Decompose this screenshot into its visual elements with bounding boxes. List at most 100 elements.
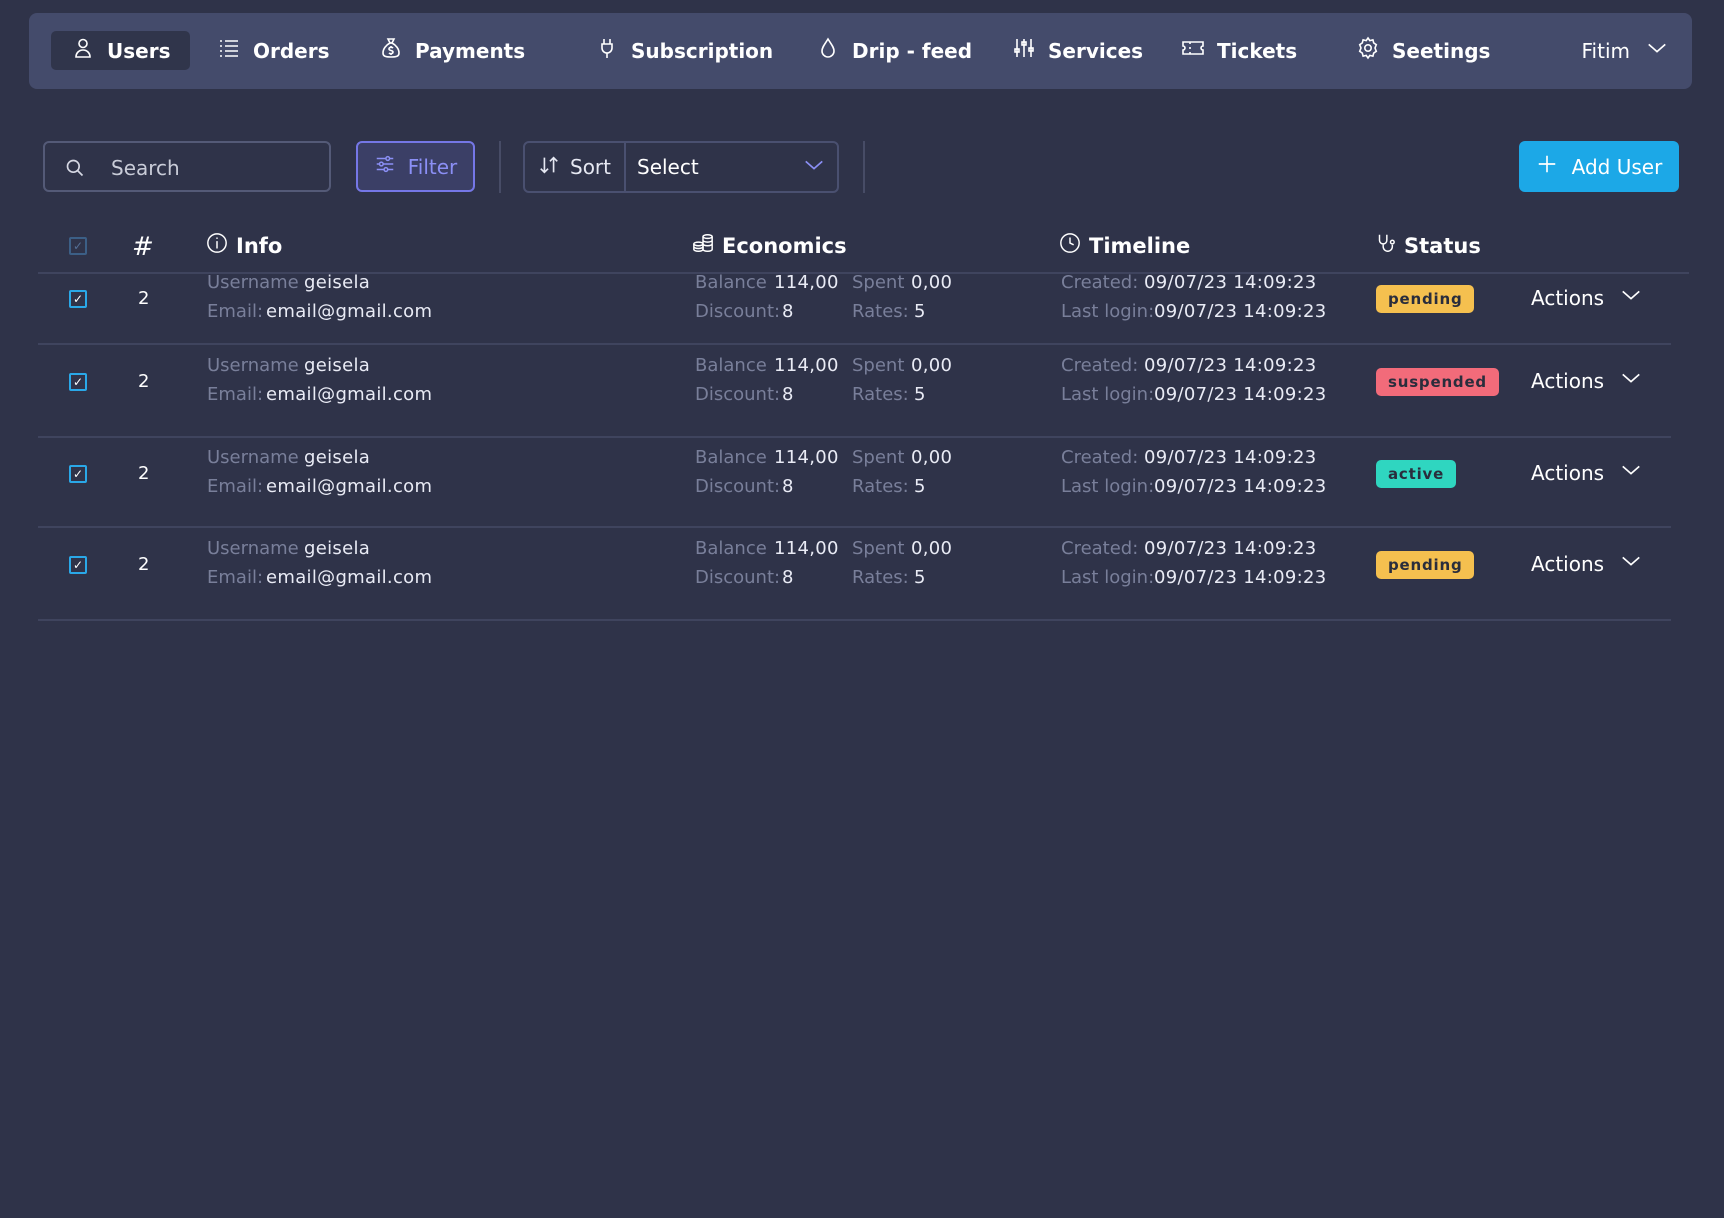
table-row[interactable]: ✓ 2 Username geisela Email: email@gmail.… (38, 436, 1671, 528)
filter-label: Filter (407, 154, 458, 179)
nav-item-drip-feed[interactable]: Drip - feed (796, 31, 992, 70)
column-header-economics[interactable]: Economics (692, 232, 847, 259)
table-header: ✓ # Info Economics Timeline Status (38, 222, 1689, 274)
rates-label: Rates: (852, 476, 909, 497)
row-id: 2 (138, 288, 150, 309)
username-label: Username (207, 355, 299, 376)
nav-item-subscription[interactable]: Subscription (575, 31, 793, 70)
rates-label: Rates: (852, 384, 909, 405)
username-value: geisela (304, 272, 371, 293)
actions-label: Actions (1531, 460, 1605, 485)
user-icon (71, 36, 95, 65)
nav-item-services[interactable]: Services (992, 31, 1163, 70)
user-menu[interactable]: Fitim (1582, 31, 1669, 70)
rates-label: Rates: (852, 301, 909, 322)
created-label: Created: (1061, 272, 1139, 293)
nav-item-label: Drip - feed (852, 38, 973, 63)
nav-item-settings[interactable]: Seetings (1336, 31, 1510, 70)
select-all-checkbox[interactable]: ✓ (69, 237, 87, 255)
chevron-down-icon (1620, 459, 1642, 486)
list-icon (217, 36, 241, 65)
top-navbar: Users Orders Payments Subscription Drip … (29, 13, 1692, 89)
username-value: geisela (304, 447, 371, 468)
row-checkbox[interactable]: ✓ (69, 465, 87, 483)
email-label: Email: (207, 301, 264, 322)
nav-item-tickets[interactable]: Tickets (1161, 31, 1317, 70)
spent-label: Spent (852, 538, 905, 559)
drop-icon (816, 36, 840, 65)
table-row[interactable]: ✓ 2 Username geisela Email: email@gmail.… (38, 272, 1671, 345)
discount-value: 8 (782, 384, 794, 405)
spent-value: 0,00 (911, 447, 953, 468)
last-login-value: 09/07/23 14:09:23 (1154, 476, 1327, 497)
filter-button[interactable]: Filter (356, 141, 475, 192)
clock-icon (1059, 232, 1081, 259)
status-badge: pending (1376, 551, 1475, 579)
balance-label: Balance (695, 272, 767, 293)
rates-label: Rates: (852, 567, 909, 588)
sort-group: Sort Select (523, 141, 839, 193)
spent-value: 0,00 (911, 538, 953, 559)
sort-select[interactable]: Select (626, 143, 837, 191)
sort-button[interactable]: Sort (525, 143, 626, 191)
created-label: Created: (1061, 447, 1139, 468)
actions-dropdown[interactable]: Actions (1531, 550, 1642, 577)
row-id: 2 (138, 371, 150, 392)
actions-dropdown[interactable]: Actions (1531, 367, 1642, 394)
discount-value: 8 (782, 301, 794, 322)
sort-select-value: Select (637, 155, 699, 179)
chevron-down-icon (1620, 550, 1642, 577)
created-value: 09/07/23 14:09:23 (1144, 355, 1317, 376)
table-row[interactable]: ✓ 2 Username geisela Email: email@gmail.… (38, 343, 1671, 438)
nav-item-label: Payments (415, 38, 526, 63)
nav-item-payments[interactable]: Payments (359, 31, 545, 70)
last-login-value: 09/07/23 14:09:23 (1154, 567, 1327, 588)
last-login-label: Last login: (1061, 301, 1155, 322)
nav-item-label: Tickets (1217, 38, 1298, 63)
email-label: Email: (207, 384, 264, 405)
spent-label: Spent (852, 447, 905, 468)
nav-item-orders[interactable]: Orders (197, 31, 350, 70)
column-header-info[interactable]: Info (206, 232, 282, 259)
status-badge: active (1376, 460, 1457, 488)
created-value: 09/07/23 14:09:23 (1144, 538, 1317, 559)
chevron-down-icon (1646, 37, 1668, 64)
search-input[interactable] (109, 143, 323, 192)
row-checkbox[interactable]: ✓ (69, 373, 87, 391)
actions-label: Actions (1531, 551, 1605, 576)
actions-label: Actions (1531, 368, 1605, 393)
discount-label: Discount: (695, 567, 781, 588)
rates-value: 5 (914, 567, 926, 588)
last-login-value: 09/07/23 14:09:23 (1154, 384, 1327, 405)
row-checkbox[interactable]: ✓ (69, 556, 87, 574)
email-value: email@gmail.com (266, 476, 433, 497)
row-id: 2 (138, 554, 150, 575)
table-row[interactable]: ✓ 2 Username geisela Email: email@gmail.… (38, 526, 1671, 621)
username-label: Username (207, 447, 299, 468)
row-checkbox[interactable]: ✓ (69, 290, 87, 308)
nav-item-label: Orders (253, 38, 330, 63)
column-header-number: # (132, 232, 154, 262)
add-user-button[interactable]: Add User (1519, 141, 1679, 192)
nav-item-label: Subscription (631, 38, 774, 63)
row-id: 2 (138, 463, 150, 484)
gear-icon (1356, 36, 1380, 65)
balance-label: Balance (695, 447, 767, 468)
actions-dropdown[interactable]: Actions (1531, 284, 1642, 311)
chevron-down-icon (1620, 367, 1642, 394)
column-header-timeline[interactable]: Timeline (1059, 232, 1190, 259)
username-value: geisela (304, 538, 371, 559)
rates-value: 5 (914, 301, 926, 322)
last-login-label: Last login: (1061, 384, 1155, 405)
balance-value: 114,00 (774, 355, 839, 376)
info-icon (206, 232, 228, 259)
discount-value: 8 (782, 476, 794, 497)
column-header-status[interactable]: Status (1374, 232, 1481, 259)
filter-icon (374, 153, 396, 180)
created-value: 09/07/23 14:09:23 (1144, 272, 1317, 293)
actions-dropdown[interactable]: Actions (1531, 459, 1642, 486)
email-label: Email: (207, 476, 264, 497)
nav-item-users[interactable]: Users (51, 31, 191, 70)
status-badge: suspended (1376, 368, 1499, 396)
rates-value: 5 (914, 476, 926, 497)
